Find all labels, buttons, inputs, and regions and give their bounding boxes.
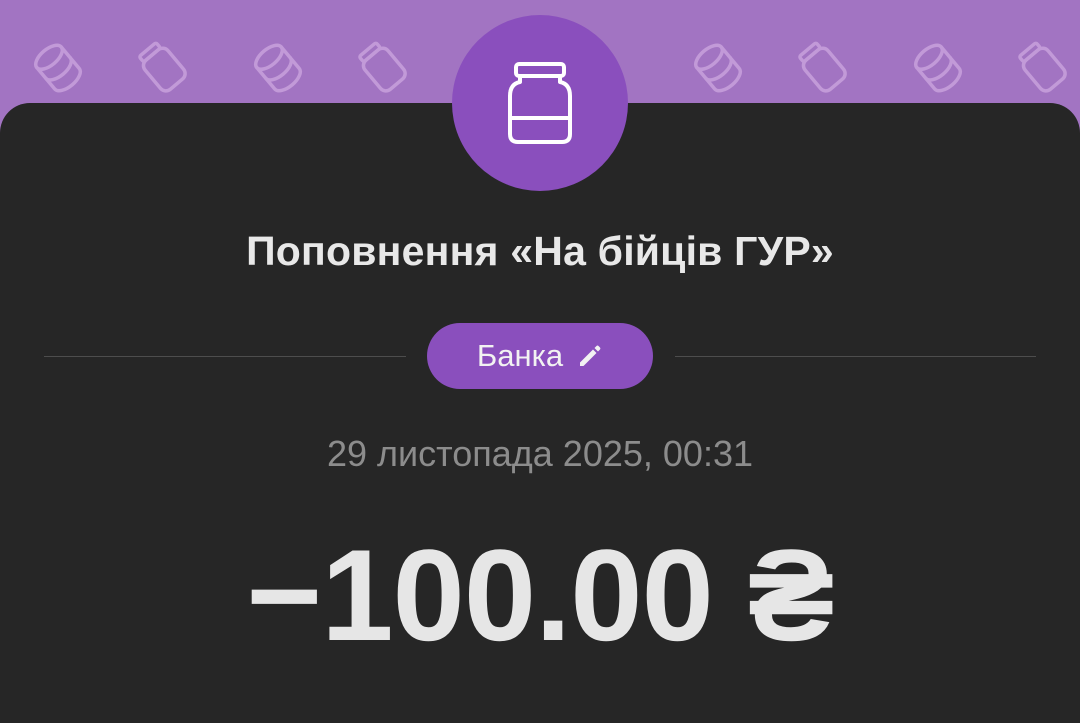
divider-left xyxy=(44,356,406,357)
coins-icon xyxy=(33,43,83,93)
jar-icon xyxy=(508,62,572,144)
coins-icon xyxy=(913,43,963,93)
transaction-title: Поповнення «На бійців ГУР» xyxy=(246,228,834,274)
category-label: Банка xyxy=(476,338,564,373)
transaction-datetime: 29 листопада 2025, 00:31 xyxy=(327,433,753,474)
category-chip[interactable]: Банка xyxy=(427,323,653,389)
jar-icon xyxy=(798,41,847,93)
jar-icon xyxy=(138,41,187,93)
jar-badge xyxy=(452,15,628,191)
divider-right xyxy=(675,356,1036,357)
coins-icon xyxy=(693,43,743,93)
transaction-amount: −100.00 ₴ xyxy=(246,522,834,668)
pencil-icon xyxy=(580,345,601,366)
coins-icon xyxy=(253,43,303,93)
jar-icon xyxy=(358,41,407,93)
jar-icon xyxy=(1018,41,1067,93)
